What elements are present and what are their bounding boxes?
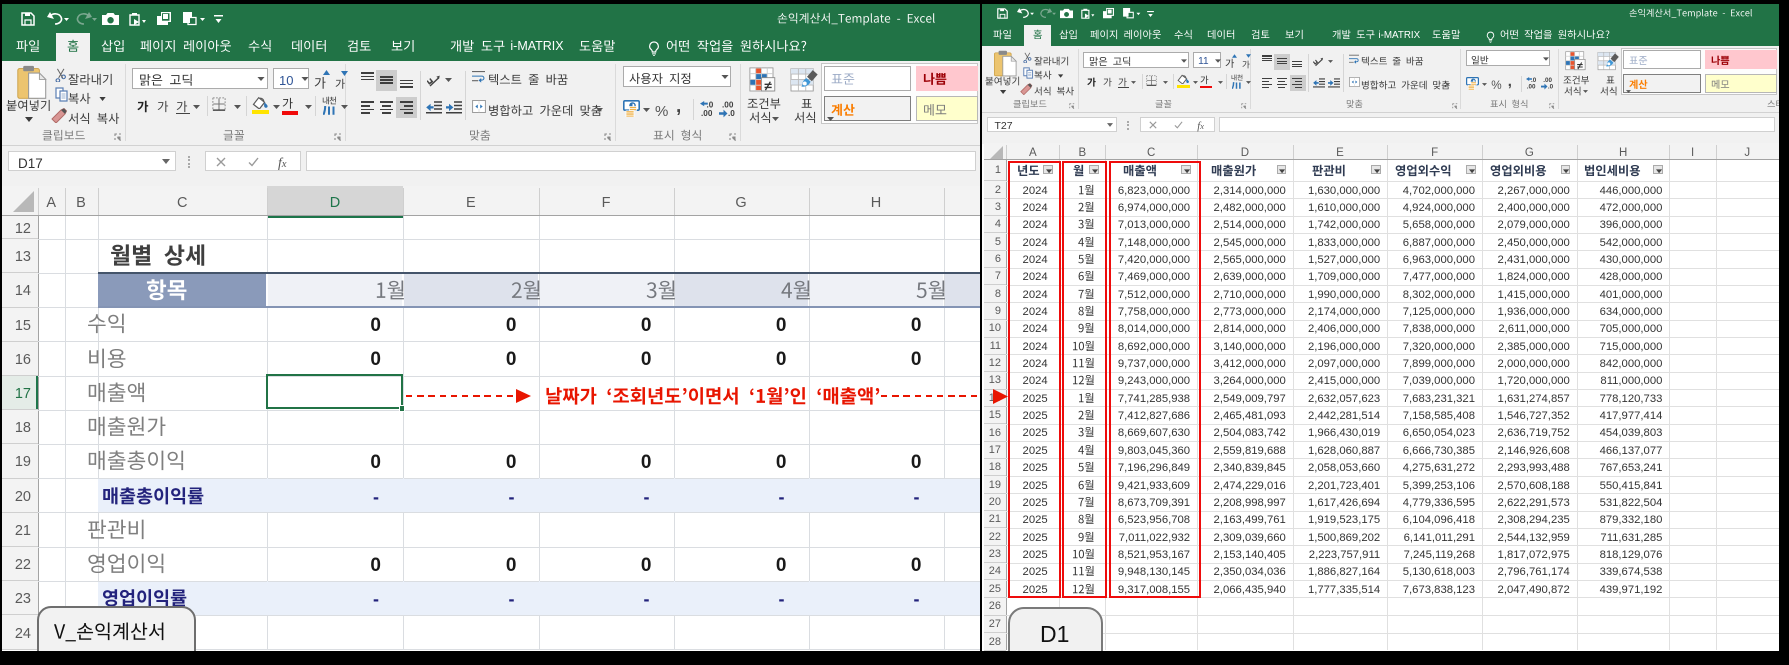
svg-text:.00: .00 [701, 109, 713, 118]
svg-text:.0: .0 [1548, 84, 1554, 91]
svg-text:.00: .00 [1527, 84, 1536, 91]
svg-text:.0: .0 [728, 109, 735, 118]
